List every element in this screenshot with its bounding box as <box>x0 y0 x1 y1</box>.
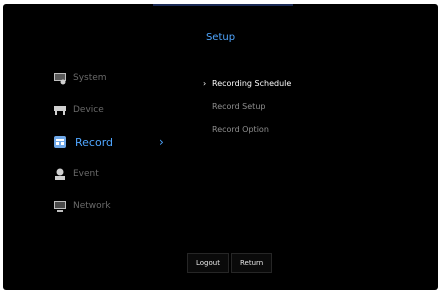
record-icon <box>54 136 66 148</box>
sidebar-item-label: Record <box>75 135 114 149</box>
record-submenu: › Recording Schedule Record Setup Record… <box>203 72 291 141</box>
sidebar-item-event[interactable]: Event <box>47 158 153 190</box>
sidebar-item-record[interactable]: Record › <box>47 126 164 158</box>
chevron-right-icon: › <box>159 135 164 149</box>
submenu-item-label: Recording Schedule <box>212 79 292 88</box>
submenu-item-label: Record Setup <box>212 102 266 111</box>
chevron-right-icon: › <box>203 79 207 88</box>
sidebar-item-label: Network <box>73 201 111 211</box>
sidebar-item-system[interactable]: System <box>47 62 153 94</box>
sidebar-item-label: Device <box>73 105 104 115</box>
device-icon <box>54 106 66 115</box>
submenu-item-record-option[interactable]: Record Option <box>203 118 291 141</box>
sidebar-item-device[interactable]: Device <box>47 94 153 126</box>
sidebar-item-label: Event <box>73 169 99 179</box>
return-button[interactable]: Return <box>230 253 273 273</box>
top-accent-bar <box>153 4 293 6</box>
submenu-item-record-setup[interactable]: Record Setup <box>203 95 291 118</box>
system-icon <box>54 73 66 85</box>
sidebar-item-label: System <box>73 73 107 83</box>
footer-buttons: Logout Return <box>187 253 274 273</box>
sidebar: System Device Record › Event Network <box>47 62 164 222</box>
submenu-item-recording-schedule[interactable]: › Recording Schedule <box>203 72 291 95</box>
setup-screen: Setup System Device Record › Event Netwo… <box>3 4 438 290</box>
event-icon <box>55 168 65 180</box>
page-title: Setup <box>205 32 236 43</box>
submenu-item-label: Record Option <box>212 125 269 134</box>
logout-button[interactable]: Logout <box>187 253 229 273</box>
network-icon <box>54 201 66 212</box>
sidebar-item-network[interactable]: Network <box>47 190 153 222</box>
